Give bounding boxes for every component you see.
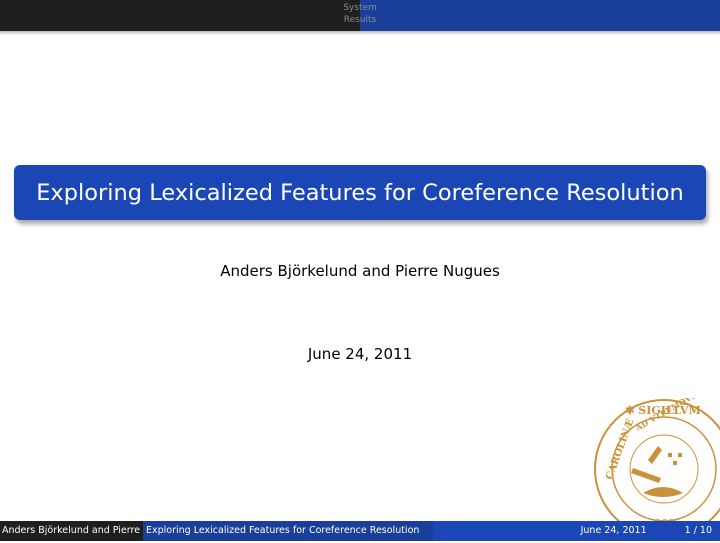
date-line: June 24, 2011	[307, 345, 413, 363]
footer-title: Exploring Lexicalized Features for Coref…	[143, 521, 433, 541]
footer-bar: Anders Björkelund and Pierre Nugues Expl…	[0, 521, 720, 541]
header-bar: System Results	[0, 0, 720, 31]
title-box: Exploring Lexicalized Features for Coref…	[14, 165, 706, 220]
footer-page-number: 1 / 10	[684, 525, 712, 536]
footer-author: Anders Björkelund and Pierre Nugues	[0, 521, 143, 541]
footer-right: June 24, 2011 1 / 10	[433, 521, 720, 541]
section-link-system[interactable]: System	[0, 2, 720, 14]
author-line: Anders Björkelund and Pierre Nugues	[220, 262, 500, 280]
university-seal-logo: ✱ SIGILLVM CAROLINÆ AD VTRVMQVE 1666	[594, 398, 720, 539]
header-shadow	[0, 31, 720, 35]
footer-date: June 24, 2011	[580, 525, 647, 536]
slide-title: Exploring Lexicalized Features for Coref…	[36, 179, 684, 206]
section-link-results[interactable]: Results	[0, 14, 720, 26]
section-nav: System Results	[0, 2, 720, 26]
